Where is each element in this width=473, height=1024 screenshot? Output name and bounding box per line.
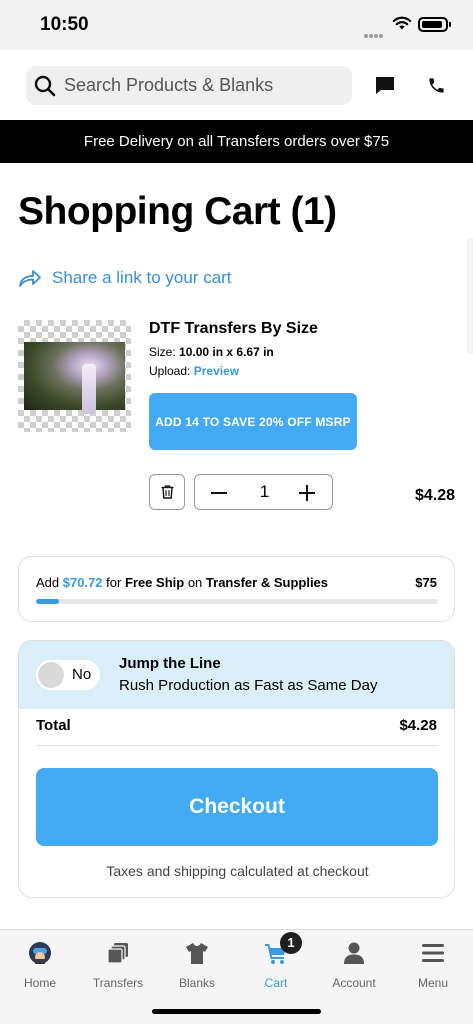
nav-transfers-label: Transfers — [92, 976, 144, 990]
free-ship-target: $75 — [415, 575, 437, 590]
search-bar[interactable] — [26, 66, 352, 105]
item-upload: Upload: Preview — [149, 364, 239, 378]
home-indicator — [152, 1009, 321, 1014]
item-size-value: 10.00 in x 6.67 in — [179, 345, 274, 359]
cart-count-badge: 1 — [280, 932, 302, 954]
remove-item-button[interactable] — [149, 474, 185, 510]
free-ship-progress-fill — [36, 599, 59, 604]
item-thumbnail[interactable] — [18, 320, 131, 432]
free-ship-message: Add $70.72 for Free Ship on Transfer & S… — [36, 575, 328, 590]
trash-icon — [161, 485, 174, 499]
free-ship-card: Add $70.72 for Free Ship on Transfer & S… — [18, 556, 455, 622]
share-arrow-icon — [19, 270, 41, 287]
account-icon — [344, 942, 364, 964]
free-ship-for: for — [106, 575, 122, 590]
order-summary-card: No Jump the Line Rush Production as Fast… — [18, 640, 455, 898]
page-title: Shopping Cart (1) — [18, 190, 337, 233]
nav-cart-label: Cart — [264, 976, 288, 990]
increase-quantity-icon[interactable] — [306, 485, 308, 501]
nav-home[interactable]: Home — [0, 938, 80, 990]
free-ship-label: Free Ship — [124, 575, 185, 590]
quantity-stepper[interactable]: 1 — [194, 474, 333, 510]
free-ship-amount: $70.72 — [62, 575, 103, 590]
menu-icon — [422, 944, 444, 962]
share-cart-link[interactable]: Share a link to your cart — [18, 266, 232, 290]
upload-preview-link[interactable]: Preview — [194, 364, 239, 378]
status-time: 10:50 — [40, 14, 89, 35]
rush-toggle[interactable]: No — [36, 660, 100, 690]
total-value: $4.28 — [399, 717, 437, 734]
nav-home-label: Home — [23, 976, 56, 990]
item-image — [24, 342, 125, 414]
item-size-label: Size: — [149, 345, 176, 359]
free-ship-category: Transfer & Supplies — [205, 575, 329, 590]
free-ship-on: on — [187, 575, 203, 590]
jump-line-title: Jump the Line — [119, 655, 221, 672]
phone-icon[interactable] — [427, 76, 446, 95]
add-to-save-button[interactable]: ADD 14 TO SAVE 20% OFF MSRP — [149, 393, 357, 450]
home-avatar-icon — [29, 942, 51, 964]
transfers-icon — [107, 943, 128, 964]
item-price: $4.28 — [414, 487, 455, 504]
item-name: DTF Transfers By Size — [149, 320, 318, 337]
status-bar: 10:50 — [0, 0, 473, 50]
jump-line-subtitle: Rush Production as Fast as Same Day — [119, 677, 378, 694]
header — [0, 50, 473, 120]
nav-blanks-label: Blanks — [178, 976, 216, 990]
nav-account[interactable]: Account — [314, 938, 394, 990]
nav-account-label: Account — [332, 976, 376, 990]
waterfall-image-detail — [82, 364, 96, 414]
nav-blanks[interactable]: Blanks — [157, 938, 237, 990]
nav-cart[interactable]: 1 Cart — [236, 932, 316, 990]
battery-icon — [418, 17, 451, 32]
search-icon — [34, 75, 56, 97]
free-ship-prefix: Add — [36, 575, 60, 590]
share-cart-label: Share a link to your cart — [52, 268, 232, 287]
tshirt-icon — [186, 943, 208, 964]
checkout-button[interactable]: Checkout — [36, 768, 438, 846]
jump-the-line-section: No Jump the Line Rush Production as Fast… — [19, 641, 454, 709]
toggle-label: No — [72, 666, 92, 683]
search-input[interactable] — [64, 66, 344, 105]
promo-banner: Free Delivery on all Transfers orders ov… — [0, 120, 473, 163]
divider — [36, 745, 438, 746]
item-upload-label: Upload: — [149, 364, 191, 378]
free-ship-progress-bar — [36, 599, 438, 604]
tax-note: Taxes and shipping calculated at checkou… — [106, 863, 369, 879]
side-tab-handle[interactable] — [467, 238, 473, 354]
wifi-icon — [392, 16, 412, 30]
item-size: Size: 10.00 in x 6.67 in — [149, 345, 274, 359]
nav-menu-label: Menu — [417, 976, 449, 990]
chat-icon[interactable] — [375, 76, 395, 95]
nav-menu[interactable]: Menu — [393, 938, 473, 990]
nav-transfers[interactable]: Transfers — [78, 938, 158, 990]
cellular-icon — [364, 25, 386, 38]
toggle-knob — [38, 662, 64, 688]
total-label: Total — [36, 717, 71, 734]
